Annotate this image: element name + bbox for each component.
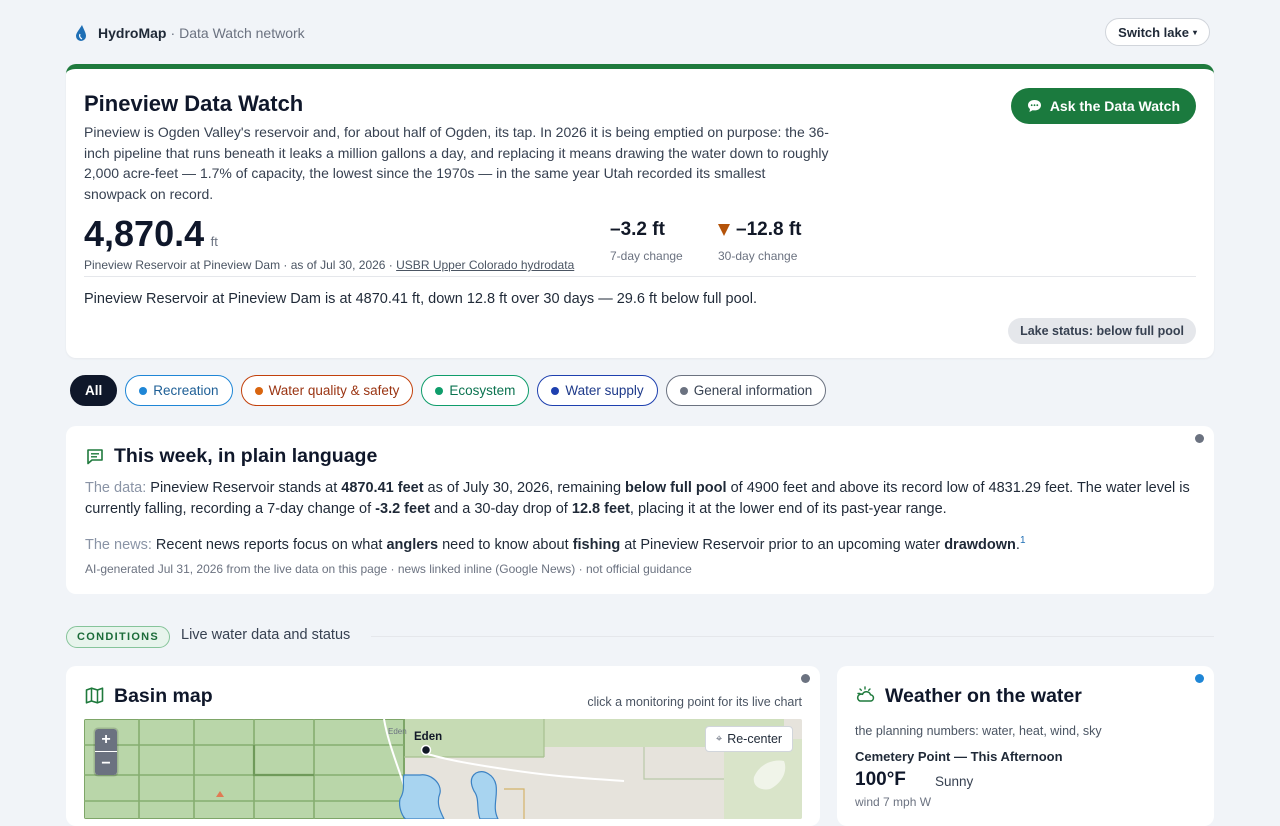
top-bar: HydroMap · Data Watch network Switch lak… bbox=[66, 18, 1214, 48]
news-reference-link[interactable]: 1 bbox=[1020, 535, 1026, 546]
filter-label: Ecosystem bbox=[449, 383, 516, 398]
hero-intro: Pineview is Ogden Valley's reservoir and… bbox=[84, 124, 829, 202]
hero-card: Pineview Data Watch Pineview is Ogden Va… bbox=[66, 64, 1214, 358]
conditions-subtitle: Live water data and status bbox=[181, 627, 351, 643]
divider bbox=[84, 276, 1196, 277]
recreation-dot-icon bbox=[139, 386, 148, 395]
zoom-in-button[interactable]: + bbox=[95, 729, 117, 752]
ecosystem-dot-icon bbox=[435, 386, 444, 395]
general-dot-icon bbox=[679, 386, 688, 395]
filter-label: General information bbox=[693, 383, 813, 398]
map-tiles bbox=[84, 719, 802, 819]
section-divider bbox=[371, 636, 1214, 637]
conditions-section-header: CONDITIONS Live water data and status bbox=[66, 625, 1214, 649]
page-title: Pineview Data Watch bbox=[84, 91, 304, 116]
weather-location: Cemetery Point — This Afternoon bbox=[855, 749, 1063, 764]
basin-map[interactable]: Eden Eden + − ⌖ Re-center bbox=[84, 719, 802, 819]
filter-recreation[interactable]: Recreation bbox=[125, 375, 233, 406]
recenter-label: Re-center bbox=[727, 732, 783, 746]
chevron-down-icon: ▾ bbox=[1192, 27, 1197, 37]
level-caption: Pineview Reservoir at Pineview Dam · as … bbox=[84, 258, 574, 272]
conditions-badge: CONDITIONS bbox=[66, 626, 171, 648]
message-icon bbox=[87, 449, 103, 465]
recenter-button[interactable]: ⌖ Re-center bbox=[705, 726, 794, 752]
map-hint: click a monitoring point for its live ch… bbox=[587, 695, 802, 709]
level-summary: Pineview Reservoir at Pineview Dam is at… bbox=[84, 291, 757, 307]
filter-label: All bbox=[85, 383, 103, 398]
chat-bubble-icon bbox=[1027, 100, 1041, 112]
filter-ecosystem[interactable]: Ecosystem bbox=[421, 375, 530, 406]
weather-title: Weather on the water bbox=[885, 685, 1082, 707]
water-drop-icon bbox=[76, 25, 86, 41]
filter-label: Water quality & safety bbox=[268, 383, 400, 398]
seven-day-change-label: 7-day change bbox=[610, 249, 683, 263]
filter-general-information[interactable]: General information bbox=[665, 375, 827, 406]
water-supply-dot-icon bbox=[551, 386, 560, 395]
news-label: The news: bbox=[85, 536, 152, 553]
zoom-out-button[interactable]: − bbox=[95, 752, 117, 775]
crosshair-icon: ⌖ bbox=[716, 732, 723, 745]
weather-wind: wind 7 mph W bbox=[855, 795, 932, 809]
basin-map-card: Basin map click a monitoring point for i… bbox=[66, 666, 820, 826]
thirty-day-change: –12.8 ft 30-day change bbox=[718, 219, 801, 263]
weekly-summary-title: This week, in plain language bbox=[114, 445, 378, 467]
map-icon bbox=[85, 687, 104, 704]
weekly-summary-card: This week, in plain language The data: P… bbox=[66, 426, 1214, 594]
seven-day-change: –3.2 ft 7-day change bbox=[610, 219, 683, 263]
filter-label: Water supply bbox=[565, 383, 644, 398]
switch-lake-label: Switch lake bbox=[1118, 24, 1189, 40]
map-zoom-control: + − bbox=[95, 729, 117, 775]
weekly-summary-footer: AI-generated Jul 31, 2026 from the live … bbox=[85, 562, 692, 576]
level-unit: ft bbox=[210, 234, 218, 249]
filter-label: Recreation bbox=[153, 383, 219, 398]
category-filters: All Recreation Water quality & safety Ec… bbox=[70, 375, 827, 406]
filter-water-quality[interactable]: Water quality & safety bbox=[240, 375, 414, 406]
map-tile-label: Eden bbox=[388, 727, 407, 736]
category-dot-icon bbox=[1195, 434, 1204, 443]
down-triangle-icon bbox=[718, 224, 730, 236]
brand-name: HydroMap bbox=[98, 25, 167, 41]
level-value: 4,870.4 bbox=[84, 213, 205, 254]
seven-day-change-value: –3.2 ft bbox=[610, 219, 665, 240]
sun-cloud-icon bbox=[856, 686, 875, 702]
category-dot-icon bbox=[1195, 674, 1204, 683]
brand-network: Data Watch network bbox=[179, 25, 305, 41]
thirty-day-change-value: –12.8 ft bbox=[736, 219, 802, 240]
news-paragraph: The news: Recent news reports focus on w… bbox=[85, 535, 1026, 553]
weather-card: Weather on the water the planning number… bbox=[837, 666, 1214, 826]
brand[interactable]: HydroMap · Data Watch network bbox=[74, 24, 305, 42]
weather-subtitle: the planning numbers: water, heat, wind,… bbox=[855, 724, 1102, 738]
lake-status-badge: Lake status: below full pool bbox=[1008, 318, 1196, 344]
category-dot-icon bbox=[801, 674, 810, 683]
basin-map-title: Basin map bbox=[114, 685, 213, 707]
filter-all[interactable]: All bbox=[70, 375, 118, 406]
water-quality-dot-icon bbox=[254, 386, 263, 395]
switch-lake-button[interactable]: Switch lake ▾ bbox=[1105, 18, 1210, 46]
weather-temperature: 100°F bbox=[855, 769, 906, 790]
source-link[interactable]: USBR Upper Colorado hydrodata bbox=[396, 258, 574, 272]
data-paragraph: The data: Pineview Reservoir stands at 4… bbox=[85, 480, 1190, 517]
map-place-label[interactable]: Eden bbox=[414, 731, 442, 743]
ask-data-watch-button[interactable]: Ask the Data Watch bbox=[1010, 88, 1196, 124]
filter-water-supply[interactable]: Water supply bbox=[537, 375, 658, 406]
ask-data-watch-label: Ask the Data Watch bbox=[1049, 98, 1180, 114]
data-label: The data: bbox=[85, 480, 147, 496]
weather-condition: Sunny bbox=[935, 774, 974, 789]
level-caption-text: Pineview Reservoir at Pineview Dam · as … bbox=[84, 258, 397, 272]
current-level: 4,870.4 ft bbox=[84, 213, 218, 255]
brand-separator: · bbox=[170, 25, 176, 41]
thirty-day-change-label: 30-day change bbox=[718, 249, 798, 263]
